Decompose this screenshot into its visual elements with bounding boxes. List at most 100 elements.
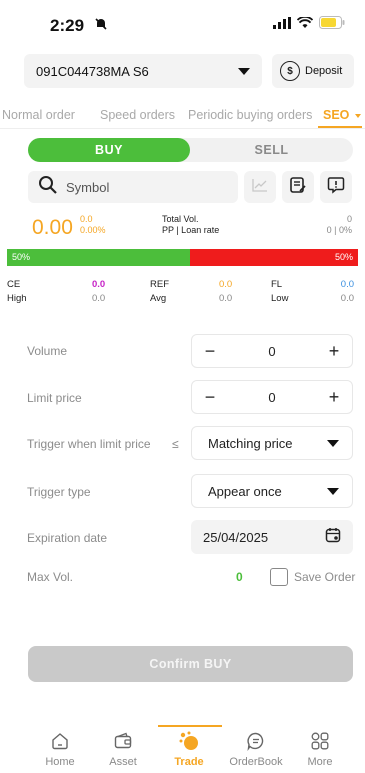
nav-asset-label: Asset xyxy=(109,756,137,768)
avg-value: 0.0 xyxy=(219,293,233,304)
order-type-tabs: Normal order Speed orders Periodic buyin… xyxy=(0,104,365,128)
battery-icon xyxy=(319,16,345,34)
buy-sell-ratio-bar: 50% 50% xyxy=(7,249,358,266)
save-order-checkbox[interactable] xyxy=(270,568,288,586)
expiration-date-picker[interactable]: 25/04/2025 xyxy=(191,520,353,554)
trigger-type-value: Appear once xyxy=(208,483,282,499)
trigger-condition-value: Matching price xyxy=(208,435,293,451)
tab-active-indicator xyxy=(318,126,362,128)
volume-labels: Total Vol. PP | Loan rate xyxy=(162,214,219,236)
message-alert-icon xyxy=(327,176,345,199)
nav-home-label: Home xyxy=(45,756,75,768)
tab-speed-orders[interactable]: Speed orders xyxy=(100,108,175,122)
symbol-placeholder: Symbol xyxy=(66,179,110,195)
price-change-pct: 0.00% xyxy=(80,225,106,235)
note-edit-icon xyxy=(289,176,307,199)
low-label: Low xyxy=(271,293,289,304)
alert-button[interactable] xyxy=(320,171,352,203)
volume-stepper: − 0 + xyxy=(191,334,353,368)
nav-orderbook[interactable]: OrderBook xyxy=(226,729,286,768)
max-vol-value: 0 xyxy=(236,570,243,584)
nav-active-indicator xyxy=(158,725,222,727)
tab-periodic-buying-orders[interactable]: Periodic buying orders xyxy=(188,108,312,122)
wifi-icon xyxy=(296,16,314,34)
fl-label: FL xyxy=(271,279,283,290)
buy-sell-toggle: BUY SELL xyxy=(28,138,353,162)
buy-tab[interactable]: BUY xyxy=(28,138,190,162)
limit-price-input[interactable]: 0 xyxy=(228,390,316,405)
chevron-down-icon xyxy=(327,439,339,447)
nav-more[interactable]: More xyxy=(290,729,350,768)
ref-label: REF xyxy=(150,279,169,290)
trigger-type-select[interactable]: Appear once xyxy=(191,474,353,508)
wallet-icon xyxy=(93,729,153,753)
expiration-date-label: Expiration date xyxy=(27,531,108,545)
tab-seo[interactable]: SEO xyxy=(323,108,349,122)
low-value: 0.0 xyxy=(340,293,354,304)
trigger-label: Trigger when limit price xyxy=(27,437,151,451)
line-chart-icon xyxy=(252,178,268,197)
bell-muted-icon xyxy=(94,17,108,36)
fl-value: 0.0 xyxy=(340,279,354,290)
status-time: 2:29 xyxy=(50,16,85,35)
tab-divider xyxy=(0,128,365,129)
volume-minus-button[interactable]: − xyxy=(192,334,228,368)
limit-price-stepper: − 0 + xyxy=(191,380,353,414)
price-change-block: 0.0 0.00% xyxy=(80,214,106,236)
limit-price-minus-button[interactable]: − xyxy=(192,380,228,414)
nav-orderbook-label: OrderBook xyxy=(229,756,283,768)
pp-loan-value: 0 | 0% xyxy=(326,225,352,235)
signal-icon xyxy=(273,16,291,34)
high-value: 0.0 xyxy=(92,293,106,304)
trigger-condition-select[interactable]: Matching price xyxy=(191,426,353,460)
more-grid-icon xyxy=(290,729,350,753)
account-selector[interactable]: 091C044738MA S6 xyxy=(24,54,262,88)
nav-home[interactable]: Home xyxy=(30,729,90,768)
orderbook-icon xyxy=(226,729,286,753)
status-bar: 2:29 xyxy=(0,0,365,44)
tab-normal-order[interactable]: Normal order xyxy=(2,108,75,122)
home-icon xyxy=(30,729,90,753)
high-label: High xyxy=(7,293,27,304)
deposit-button[interactable]: $ Deposit xyxy=(272,54,354,88)
nav-more-label: More xyxy=(307,756,333,768)
total-vol-label: Total Vol. xyxy=(162,214,199,224)
account-number: 091C044738MA S6 xyxy=(36,63,149,79)
save-order-label: Save Order xyxy=(294,570,356,584)
volume-label: Volume xyxy=(27,344,68,358)
chevron-down-icon xyxy=(355,114,361,118)
deposit-label: Deposit xyxy=(305,65,343,77)
pp-loan-label: PP | Loan rate xyxy=(162,225,220,235)
nav-trade[interactable]: Trade xyxy=(159,729,219,768)
search-icon xyxy=(38,175,58,200)
deposit-icon: $ xyxy=(280,61,300,81)
trigger-operator: ≤ xyxy=(172,437,179,451)
confirm-buy-button[interactable]: Confirm BUY xyxy=(28,646,353,682)
nav-asset[interactable]: Asset xyxy=(93,729,153,768)
max-vol-label: Max Vol. xyxy=(27,570,74,584)
chevron-down-icon xyxy=(327,487,339,495)
order-note-button[interactable] xyxy=(282,171,314,203)
calendar-icon xyxy=(325,527,341,548)
sell-ratio: 50% xyxy=(190,249,358,266)
volume-plus-button[interactable]: + xyxy=(316,334,352,368)
volume-values: 0 0 | 0% xyxy=(327,214,352,236)
symbol-search-input[interactable]: Symbol xyxy=(28,171,238,203)
price-change: 0.0 xyxy=(80,214,93,224)
expiration-date-value: 25/04/2025 xyxy=(203,529,269,545)
limit-price-plus-button[interactable]: + xyxy=(316,380,352,414)
chevron-down-icon xyxy=(238,67,250,75)
avg-label: Avg xyxy=(150,293,167,304)
trigger-type-label: Trigger type xyxy=(27,485,91,499)
ce-value: 0.0 xyxy=(92,279,106,290)
ref-value: 0.0 xyxy=(219,279,233,290)
limit-price-label: Limit price xyxy=(27,391,82,405)
sell-tab[interactable]: SELL xyxy=(190,138,353,162)
volume-input[interactable]: 0 xyxy=(228,344,316,359)
buy-ratio: 50% xyxy=(7,249,190,266)
total-vol-value: 0 xyxy=(346,214,352,224)
chart-button[interactable] xyxy=(244,171,276,203)
trade-icon xyxy=(159,729,219,753)
last-price: 0.00 xyxy=(32,216,73,239)
nav-trade-label: Trade xyxy=(174,756,204,768)
